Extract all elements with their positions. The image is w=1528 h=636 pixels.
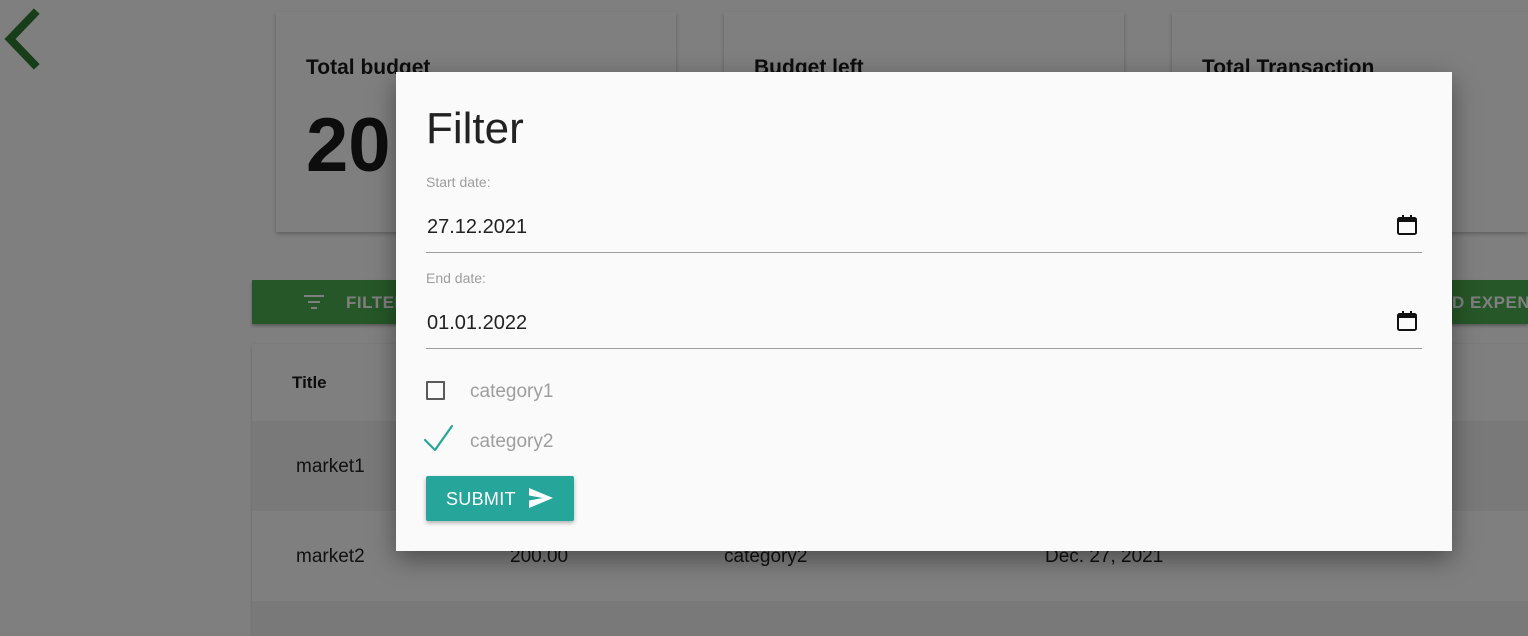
- category1-checkbox[interactable]: category1: [426, 380, 586, 406]
- category2-label: category2: [470, 431, 554, 452]
- checkmark-icon: [423, 424, 454, 452]
- calendar-icon[interactable]: [1396, 214, 1418, 236]
- checkbox-unchecked-icon: [426, 381, 445, 400]
- end-date-value: 01.01.2022: [427, 312, 528, 334]
- submit-button[interactable]: SUBMIT: [426, 476, 574, 521]
- filter-dialog: Filter Start date: 27.12.2021 End date: …: [396, 72, 1452, 551]
- category2-checkbox[interactable]: category2: [423, 424, 586, 456]
- start-date-label: Start date:: [426, 174, 491, 190]
- dialog-title: Filter: [426, 104, 524, 153]
- category1-label: category1: [470, 381, 554, 402]
- end-date-label: End date:: [426, 270, 486, 286]
- calendar-icon[interactable]: [1396, 310, 1418, 332]
- submit-button-label: SUBMIT: [446, 489, 516, 509]
- end-date-input[interactable]: 01.01.2022: [426, 298, 1422, 349]
- start-date-value: 27.12.2021: [427, 216, 528, 238]
- start-date-input[interactable]: 27.12.2021: [426, 202, 1422, 253]
- send-icon: [529, 488, 553, 508]
